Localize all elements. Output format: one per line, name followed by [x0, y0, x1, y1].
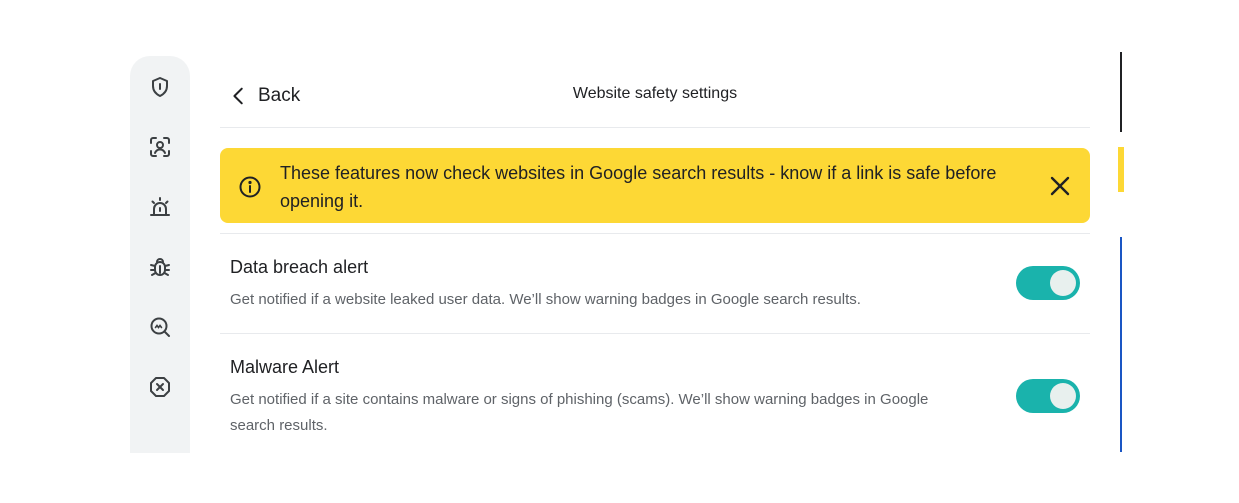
banner-message: These features now check websites in Goo…	[280, 163, 997, 211]
face-scan-icon[interactable]	[147, 134, 173, 160]
setting-description: Get notified if a website leaked user da…	[230, 291, 861, 308]
setting-row-data-breach: Data breach alert Get notified if a webs…	[230, 255, 1080, 313]
blocked-icon[interactable]	[147, 374, 173, 400]
divider	[220, 333, 1090, 334]
sidebar	[130, 56, 190, 453]
setting-title: Malware Alert	[230, 357, 340, 377]
data-breach-toggle[interactable]	[1016, 266, 1080, 300]
scrollbar-edge	[1118, 52, 1124, 452]
toggle-knob	[1050, 270, 1076, 296]
bug-icon[interactable]	[147, 254, 173, 280]
info-icon	[239, 176, 261, 198]
app-frame: Back Website safety settings These featu…	[0, 0, 1239, 503]
setting-row-malware: Malware Alert Get notified if a site con…	[230, 355, 1080, 439]
setting-title: Data breach alert	[230, 257, 369, 277]
search-scam-icon[interactable]	[147, 314, 173, 340]
info-banner: These features now check websites in Goo…	[220, 148, 1090, 223]
setting-description: Get notified if a site contains malware …	[230, 391, 929, 434]
divider	[220, 233, 1090, 234]
panel-header: Back Website safety settings	[220, 56, 1090, 128]
malware-toggle[interactable]	[1016, 379, 1080, 413]
alarm-icon[interactable]	[147, 194, 173, 220]
shield-icon[interactable]	[147, 74, 173, 100]
close-icon[interactable]	[1048, 174, 1072, 198]
toggle-knob	[1050, 383, 1076, 409]
page-title: Website safety settings	[572, 85, 738, 102]
settings-panel: Back Website safety settings These featu…	[220, 56, 1090, 453]
